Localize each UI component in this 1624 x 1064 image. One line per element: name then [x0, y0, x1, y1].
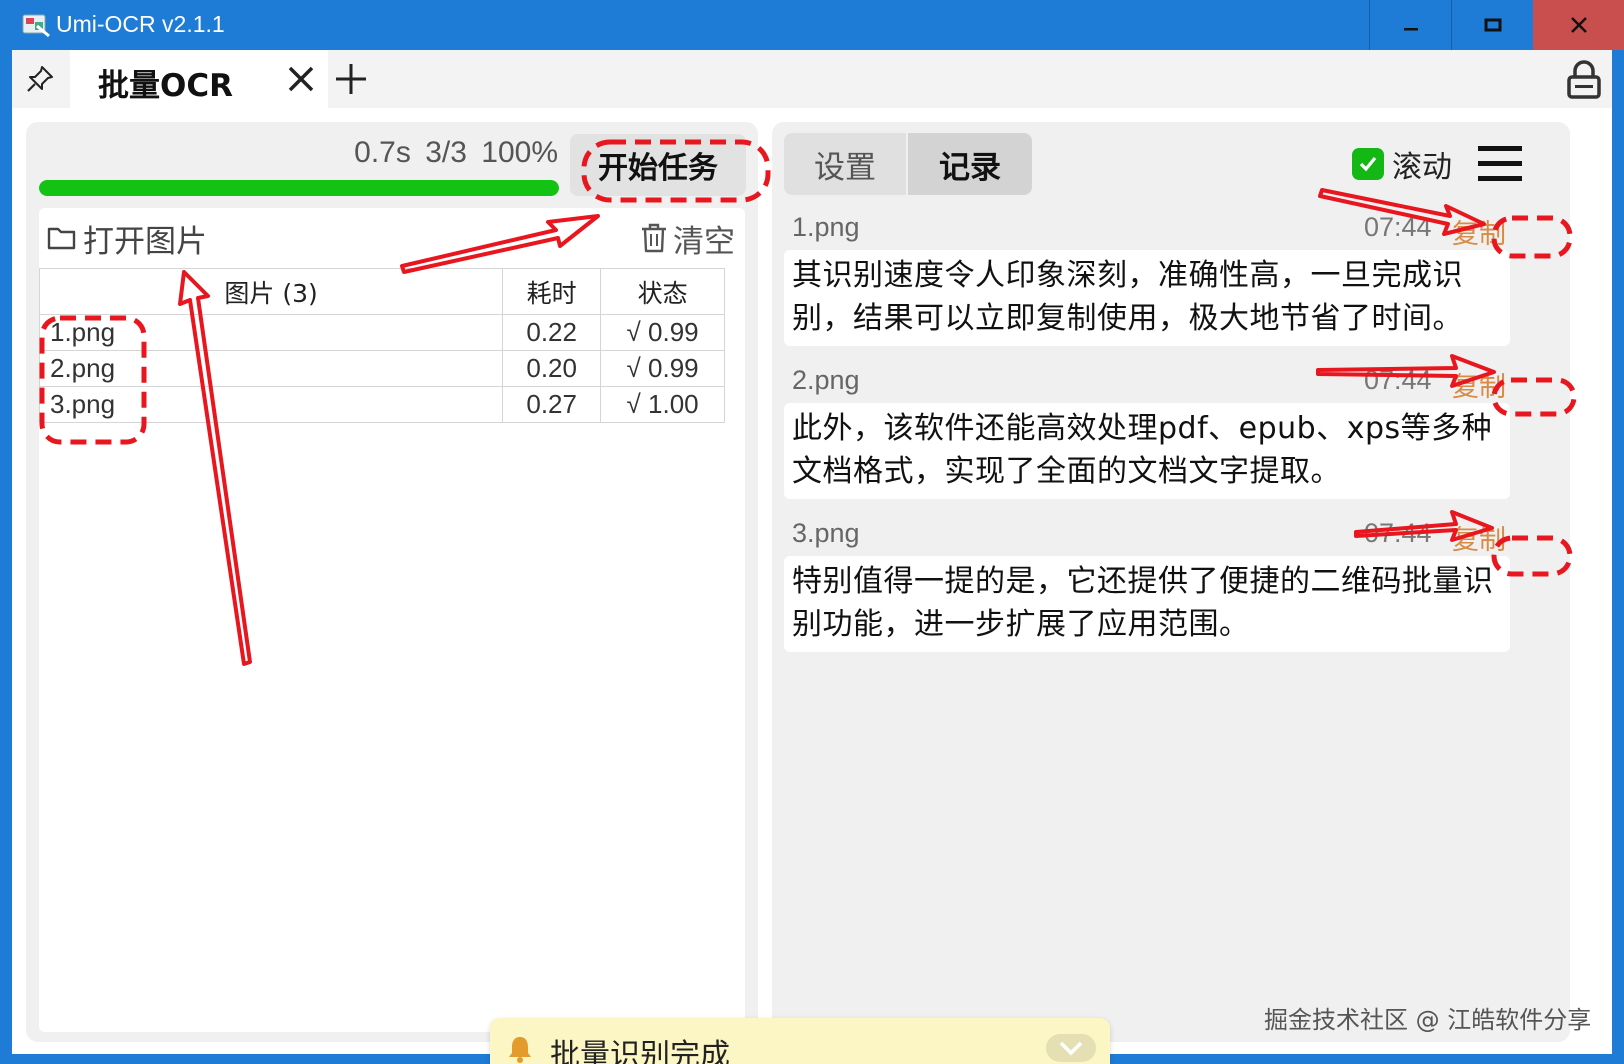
record-header: 3.png 07:44 复制: [784, 512, 1510, 556]
app-frame: 批量OCR 0.7s 3/3 100% 开始任务 打开图片 清空 图片 (3) …: [12, 50, 1612, 1064]
collapse-button[interactable]: [1046, 1034, 1096, 1062]
watermark: 掘金技术社区 @ 江皓软件分享: [1264, 1006, 1592, 1034]
file-time: 0.20: [502, 350, 602, 387]
header-time[interactable]: 耗时: [502, 268, 602, 315]
progress-info: 0.7s 3/3 100%: [86, 136, 558, 170]
table-row[interactable]: 3.png 0.27 √ 1.00: [38, 386, 725, 423]
lock-icon[interactable]: [1566, 60, 1602, 100]
header-status[interactable]: 状态: [600, 268, 725, 315]
tab-batch-ocr[interactable]: 批量OCR: [70, 50, 328, 108]
record-item: 1.png 07:44 复制 其识别速度令人印象深刻，准确性高，一旦完成识别，结…: [784, 206, 1510, 346]
progress-percent: 100%: [481, 136, 558, 169]
record-panel: 设置 记录 滚动 1.png 07:44 复制 其识别速度令人印象深刻，准确性高…: [772, 122, 1570, 1042]
table-row[interactable]: 2.png 0.20 √ 0.99: [38, 350, 725, 387]
table-row[interactable]: 1.png 0.22 √ 0.99: [38, 314, 725, 351]
file-time: 0.22: [502, 314, 602, 351]
trash-icon: [642, 223, 666, 253]
close-icon: [1570, 17, 1587, 33]
file-list-area: 打开图片 清空 图片 (3) 耗时 状态 1.png 0.22 √ 0.99 2…: [38, 208, 745, 1032]
record-file-name: 2.png: [792, 365, 860, 395]
record-header: 1.png 07:44 复制: [784, 206, 1510, 250]
clear-label: 清空: [673, 223, 735, 260]
toast-message: 批量识别完成: [550, 1038, 730, 1064]
completion-toast: 批量识别完成: [490, 1018, 1110, 1064]
task-count: 3/3: [425, 136, 467, 169]
file-time: 0.27: [502, 386, 602, 423]
batch-panel: 0.7s 3/3 100% 开始任务 打开图片 清空 图片 (3) 耗时 状态 …: [26, 122, 758, 1042]
record-file-name: 1.png: [792, 212, 860, 242]
record-text[interactable]: 特别值得一提的是，它还提供了便捷的二维码批量识别功能，进一步扩展了应用范围。: [784, 556, 1510, 652]
clear-button[interactable]: 清空: [639, 214, 735, 262]
add-tab-icon[interactable]: [334, 62, 368, 96]
file-name: 3.png: [38, 386, 504, 423]
minimize-button[interactable]: [1369, 0, 1451, 50]
tab-label: 批量OCR: [98, 68, 233, 104]
maximize-button[interactable]: [1451, 0, 1533, 50]
file-name: 2.png: [38, 350, 504, 387]
record-header: 2.png 07:44 复制: [784, 359, 1510, 403]
open-images-label: 打开图片: [83, 223, 207, 260]
header-images[interactable]: 图片 (3): [38, 268, 504, 315]
elapsed-time: 0.7s: [354, 136, 411, 169]
close-window-button[interactable]: [1533, 0, 1624, 50]
start-task-button[interactable]: 开始任务: [570, 134, 746, 196]
open-images-button[interactable]: 打开图片: [47, 214, 207, 262]
record-item: 2.png 07:44 复制 此外，该软件还能高效处理pdf、epub、xps等…: [784, 359, 1510, 499]
pin-button[interactable]: [12, 50, 68, 108]
record-time: 07:44: [1364, 365, 1432, 395]
file-name: 1.png: [38, 314, 504, 351]
tab-settings[interactable]: 设置: [784, 133, 908, 195]
copy-button[interactable]: 复制: [1452, 518, 1506, 557]
record-time: 07:44: [1364, 212, 1432, 242]
file-status: √ 0.99: [600, 314, 725, 351]
minimize-icon: [1403, 28, 1418, 31]
record-text[interactable]: 其识别速度令人印象深刻，准确性高，一旦完成识别，结果可以立即复制使用，极大地节省…: [784, 250, 1510, 346]
checkbox-checked-icon[interactable]: [1352, 148, 1384, 180]
main-content: 0.7s 3/3 100% 开始任务 打开图片 清空 图片 (3) 耗时 状态 …: [12, 108, 1612, 1064]
pin-icon: [27, 66, 53, 92]
menu-icon[interactable]: [1476, 142, 1524, 186]
bell-icon: [509, 1037, 531, 1063]
folder-icon: [47, 227, 76, 250]
record-item: 3.png 07:44 复制 特别值得一提的是，它还提供了便捷的二维码批量识别功…: [784, 512, 1510, 652]
file-status: √ 0.99: [600, 350, 725, 387]
file-table: 图片 (3) 耗时 状态 1.png 0.22 √ 0.99 2.png 0.2…: [38, 268, 725, 423]
progress-bar: [39, 180, 559, 196]
copy-button[interactable]: 复制: [1452, 212, 1506, 251]
tab-bar: 批量OCR: [12, 50, 1612, 108]
record-file-name: 3.png: [792, 518, 860, 548]
window-title: Umi-OCR v2.1.1: [56, 11, 225, 37]
app-logo-icon: [22, 14, 50, 38]
tab-close-icon[interactable]: [286, 64, 316, 94]
file-status: √ 1.00: [600, 386, 725, 423]
title-bar: Umi-OCR v2.1.1: [0, 0, 1624, 50]
maximize-icon: [1484, 18, 1501, 32]
record-text[interactable]: 此外，该软件还能高效处理pdf、epub、xps等多种文档格式，实现了全面的文档…: [784, 403, 1510, 499]
progress-fill: [39, 180, 559, 196]
table-header-row: 图片 (3) 耗时 状态: [38, 268, 725, 315]
copy-button[interactable]: 复制: [1452, 365, 1506, 404]
panel-tabs: 设置 记录: [784, 133, 1032, 195]
tab-records[interactable]: 记录: [908, 133, 1032, 195]
scroll-label: 滚动: [1392, 150, 1452, 185]
record-time: 07:44: [1364, 518, 1432, 548]
chevron-down-icon: [1059, 1041, 1083, 1056]
scroll-toggle[interactable]: 滚动: [1352, 144, 1452, 185]
